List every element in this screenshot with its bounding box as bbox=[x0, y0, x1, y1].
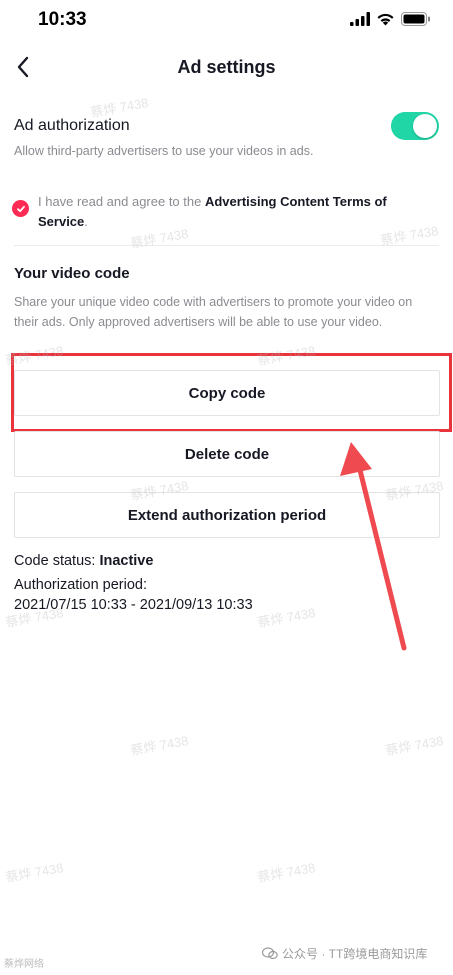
agreement-prefix: I have read and agree to the bbox=[38, 194, 205, 209]
wifi-icon bbox=[377, 13, 394, 26]
ad-authorization-toggle[interactable] bbox=[391, 112, 439, 140]
status-time: 10:33 bbox=[38, 9, 87, 30]
code-status-label: Code status: bbox=[14, 553, 100, 569]
toggle-knob bbox=[413, 114, 437, 138]
ad-authorization-title: Ad authorization bbox=[14, 117, 130, 134]
code-status-value: Inactive bbox=[99, 553, 154, 569]
divider bbox=[14, 245, 439, 246]
check-icon bbox=[16, 205, 25, 212]
footer-account: 公众号 · TT跨境电商知识库 bbox=[262, 945, 427, 962]
signal-icon bbox=[350, 12, 370, 26]
ad-authorization-subtitle: Allow third-party advertisers to use you… bbox=[14, 144, 314, 158]
page-title: Ad settings bbox=[177, 57, 276, 77]
video-code-description: Share your unique video code with advert… bbox=[14, 295, 413, 329]
status-icons bbox=[350, 12, 431, 26]
authorization-period-label: Authorization period: bbox=[14, 577, 147, 593]
watermark: 蔡烨 7438 bbox=[256, 605, 317, 630]
footer-account-text: 公众号 · TT跨境电商知识库 bbox=[282, 947, 428, 961]
battery-icon bbox=[401, 12, 430, 26]
watermark: 蔡烨 7438 bbox=[4, 860, 65, 885]
agreement-text: I have read and agree to the Advertising… bbox=[38, 192, 418, 232]
agreement-suffix: . bbox=[84, 214, 88, 229]
highlight-box bbox=[11, 353, 452, 432]
footer-credit: 蔡烨网络 bbox=[4, 959, 44, 970]
agreement-checkbox[interactable] bbox=[12, 200, 29, 217]
watermark: 蔡烨 7438 bbox=[129, 733, 190, 758]
wechat-icon bbox=[262, 947, 278, 960]
code-status: Code status: Inactive bbox=[14, 553, 153, 569]
authorization-period-value: 2021/07/15 10:33 - 2021/09/13 10:33 bbox=[14, 597, 253, 613]
extend-authorization-button[interactable]: Extend authorization period bbox=[14, 492, 440, 538]
delete-code-button[interactable]: Delete code bbox=[14, 431, 440, 477]
watermark: 蔡烨 7438 bbox=[384, 733, 445, 758]
watermark: 蔡烨 7438 bbox=[256, 860, 317, 885]
status-bar: 10:33 bbox=[0, 0, 453, 44]
nav-bar: Ad settings bbox=[0, 48, 453, 88]
video-code-title: Your video code bbox=[14, 265, 130, 282]
